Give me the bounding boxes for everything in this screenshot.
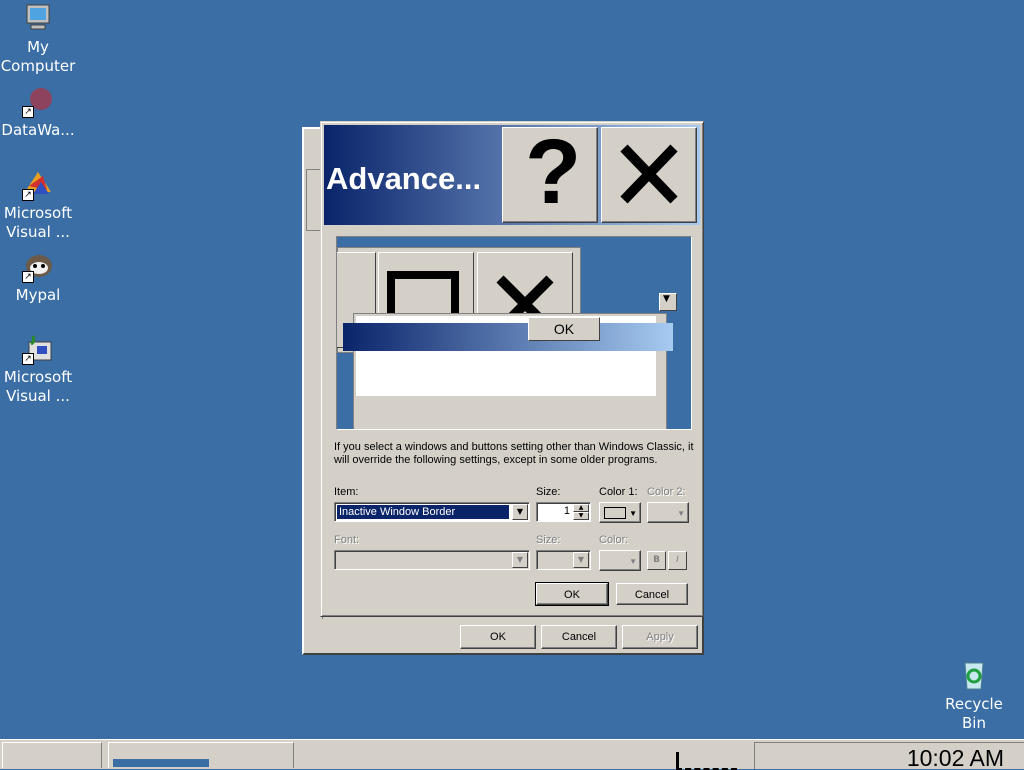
- size-spinner[interactable]: 1 ▲ ▼: [536, 502, 591, 522]
- item-selected-value: Inactive Window Border: [337, 505, 509, 519]
- color1-picker-button[interactable]: ▼: [599, 502, 641, 523]
- preview-scroll-down-button: ▼: [659, 293, 677, 311]
- taskbar: 10:02 AM: [0, 739, 1024, 770]
- visual-studio-icon: ↗: [21, 168, 55, 202]
- preview-ok-button: OK: [528, 317, 600, 341]
- desktop-icon-label: Microsoft Visual ...: [3, 204, 73, 241]
- size-label: Size:: [536, 486, 561, 498]
- chevron-down-icon: ▼: [629, 557, 637, 566]
- size-value: 1: [563, 505, 570, 517]
- my-computer-icon: [21, 2, 55, 36]
- dialog-title-bar[interactable]: Advance... ?: [324, 122, 700, 225]
- start-button[interactable]: [2, 742, 102, 768]
- chevron-down-icon: ▼: [629, 509, 637, 518]
- desktop-icon-label: My Computer: [0, 38, 76, 75]
- italic-button[interactable]: I: [668, 551, 687, 570]
- item-dropdown-button[interactable]: ▼: [512, 504, 528, 520]
- dialog-title: Advance...: [326, 161, 482, 196]
- preview-active-title-bar: OK: [343, 317, 673, 351]
- scroll-down-icon: ▼: [663, 294, 670, 304]
- back-apply-button[interactable]: Apply: [622, 625, 698, 649]
- color1-swatch: [604, 507, 626, 519]
- font-size-dropdown-button[interactable]: ▼: [573, 552, 589, 568]
- desktop-icon-datawarehouse[interactable]: ↗ DataWa...: [0, 85, 76, 140]
- desktop-icon-visual-studio[interactable]: ↗ Microsoft Visual ...: [0, 168, 76, 242]
- datawarehouse-icon: ↗: [21, 85, 55, 119]
- font-dropdown-button[interactable]: ▼: [512, 552, 528, 568]
- shortcut-arrow-icon: ↗: [22, 106, 34, 118]
- font-color-label: Color:: [599, 534, 629, 546]
- desktop-icon-recycle-bin[interactable]: Recycle Bin: [936, 659, 1012, 733]
- size-spin-up-button[interactable]: ▲: [573, 504, 589, 512]
- back-ok-button[interactable]: OK: [460, 625, 536, 649]
- bold-button[interactable]: B: [647, 551, 666, 570]
- close-icon: [620, 144, 678, 204]
- desktop-icon-visual-studio-setup[interactable]: ↗ Microsoft Visual ...: [0, 332, 76, 406]
- visual-studio-setup-icon: ↗: [21, 332, 55, 366]
- font-label: Font:: [334, 534, 360, 546]
- desktop-icon-label: Mypal: [15, 286, 61, 304]
- help-button[interactable]: ?: [502, 122, 598, 223]
- color2-label: Color 2:: [647, 486, 686, 498]
- size-spin-down-button[interactable]: ▼: [573, 512, 589, 520]
- ok-button[interactable]: OK: [535, 582, 609, 606]
- cancel-button[interactable]: Cancel: [616, 583, 688, 605]
- font-size-label: Size:: [536, 534, 561, 546]
- shortcut-arrow-icon: ↗: [22, 353, 34, 365]
- clock[interactable]: 10:02 AM: [754, 742, 1024, 769]
- description-text: If you select a windows and buttons sett…: [334, 441, 694, 466]
- taskbar-window-icon: [113, 759, 209, 767]
- desktop-icon-mypal[interactable]: ↗ Mypal: [0, 250, 76, 305]
- item-dropdown[interactable]: Inactive Window Border ▼: [334, 502, 530, 522]
- recycle-bin-icon: [957, 659, 991, 693]
- desktop-icon-label: Microsoft Visual ...: [3, 368, 73, 405]
- chevron-down-icon: ▼: [516, 507, 524, 516]
- taskbar-window-button[interactable]: [108, 742, 294, 768]
- chevron-down-icon: ▼: [677, 509, 685, 518]
- shortcut-arrow-icon: ↗: [22, 271, 34, 283]
- item-label: Item:: [334, 486, 359, 498]
- help-icon: ?: [525, 121, 582, 223]
- color2-picker-button[interactable]: ▼: [647, 502, 689, 523]
- color1-label: Color 1:: [599, 486, 638, 498]
- tray-separator: [676, 752, 737, 770]
- mypal-icon: ↗: [21, 250, 55, 284]
- desktop-icon-my-computer[interactable]: My Computer: [0, 2, 76, 76]
- close-button[interactable]: [601, 127, 697, 223]
- desktop-icon-label: DataWa...: [1, 121, 75, 139]
- back-cancel-button[interactable]: Cancel: [541, 625, 617, 649]
- chevron-down-icon: ▼: [577, 555, 585, 564]
- font-color-picker-button[interactable]: ▼: [599, 550, 641, 571]
- chevron-down-icon: ▼: [516, 555, 524, 564]
- font-dropdown[interactable]: ▼: [334, 550, 530, 570]
- desktop-icon-label: Recycle Bin: [945, 695, 1003, 732]
- appearance-preview[interactable]: ▼ OK: [336, 236, 692, 430]
- font-size-dropdown[interactable]: ▼: [536, 550, 591, 570]
- shortcut-arrow-icon: ↗: [22, 189, 34, 201]
- advanced-appearance-dialog: Advance... ? ▼ OK If you select a window…: [320, 121, 704, 617]
